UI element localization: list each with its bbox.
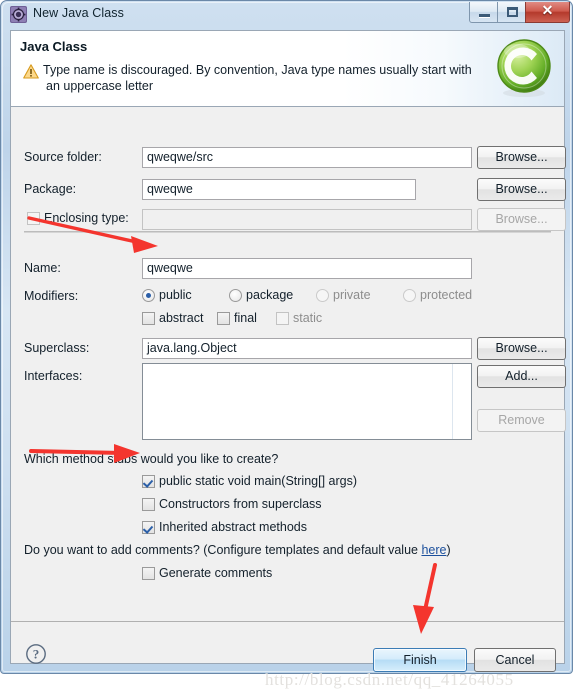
status-message-line2: an uppercase letter [46,79,154,93]
watermark-text: http://blog.csdn.net/qq_41264055 [265,670,514,689]
superclass-input[interactable]: java.lang.Object [142,338,472,359]
wizard-body: Source folder: qweqwe/src Browse... Pack… [11,108,566,586]
window-controls: ✕ [469,2,570,24]
svg-text:?: ? [33,647,40,662]
comments-question: Do you want to add comments? (Configure … [24,543,451,557]
modifier-radio-package[interactable] [229,289,242,302]
minimize-button[interactable] [469,2,498,23]
interfaces-remove-button: Remove [477,409,566,432]
interfaces-add-button[interactable]: Add... [477,365,566,388]
superclass-browse-button[interactable]: Browse... [477,337,566,360]
stub-label-main-method: public static void main(String[] args) [159,474,357,488]
interfaces-label: Interfaces: [24,369,83,383]
stub-checkbox-main-method[interactable] [142,475,155,488]
java-wizard-icon [10,6,27,23]
source-folder-label: Source folder: [24,150,102,164]
configure-templates-link[interactable]: here [421,543,446,557]
warning-icon [23,64,39,79]
dialog-client-area: Java Class Type name is discouraged. By … [10,30,566,689]
status-message: Type name is discouraged. By convention,… [43,62,483,94]
package-label: Package: [24,182,77,196]
generate-comments-checkbox[interactable] [142,567,155,580]
modifier-radio-public[interactable] [142,289,155,302]
modifier-radio-protected [403,289,416,302]
page-title: Java Class [20,39,88,54]
name-input[interactable]: qweqwe [142,258,472,279]
generate-comments-label: Generate comments [159,566,273,580]
stub-checkbox-inherited-abstract[interactable] [142,521,155,534]
modifier-label-package: package [246,288,294,302]
modifier-checkbox-final[interactable] [217,312,230,325]
source-folder-browse-button[interactable]: Browse... [477,146,566,169]
modifiers-label: Modifiers: [24,289,79,303]
enclosing-type-checkbox[interactable] [27,212,40,225]
interfaces-list[interactable] [142,363,472,440]
stub-label-inherited-abstract: Inherited abstract methods [159,520,307,534]
modifier-label-private: private [333,288,371,302]
method-stubs-question: Which method stubs would you like to cre… [24,452,279,466]
comments-question-suffix: ) [446,543,451,557]
wizard-header: Java Class Type name is discouraged. By … [11,31,564,107]
enclosing-type-input[interactable] [142,209,472,230]
minimize-icon [479,14,490,18]
help-icon[interactable]: ? [25,643,47,665]
title-bar: New Java Class ✕ [1,1,573,30]
modifier-checkbox-static [276,312,289,325]
window-title: New Java Class [33,6,125,20]
java-class-logo-icon [493,37,555,99]
superclass-label: Superclass: [24,341,90,355]
finish-button[interactable]: Finish [373,648,467,672]
maximize-icon [507,7,518,17]
modifier-label-static: static [293,311,323,325]
cancel-button[interactable]: Cancel [474,648,556,672]
maximize-button[interactable] [497,2,526,23]
status-message-line1: Type name is discouraged. By convention,… [43,63,472,77]
interfaces-list-divider [452,364,453,439]
source-folder-input[interactable]: qweqwe/src [142,147,472,168]
modifier-label-abstract: abstract [159,311,204,325]
name-label: Name: [24,261,61,275]
modifier-radio-private [316,289,329,302]
enclosing-type-browse-button: Browse... [477,208,566,231]
close-icon: ✕ [541,4,554,19]
modifier-label-protected: protected [420,288,473,302]
section-divider [24,231,551,233]
stub-checkbox-constructors[interactable] [142,498,155,511]
dialog-window: New Java Class ✕ Java Class Type name is… [0,0,573,689]
close-button[interactable]: ✕ [525,2,570,23]
modifier-label-public: public [159,288,192,302]
modifier-label-final: final [234,311,257,325]
modifier-checkbox-abstract[interactable] [142,312,155,325]
footer-divider [11,621,564,622]
package-browse-button[interactable]: Browse... [477,178,566,201]
package-input[interactable]: qweqwe [142,179,416,200]
comments-question-prefix: Do you want to add comments? (Configure … [24,543,422,557]
enclosing-type-label: Enclosing type: [44,211,129,225]
stub-label-constructors: Constructors from superclass [159,497,322,511]
